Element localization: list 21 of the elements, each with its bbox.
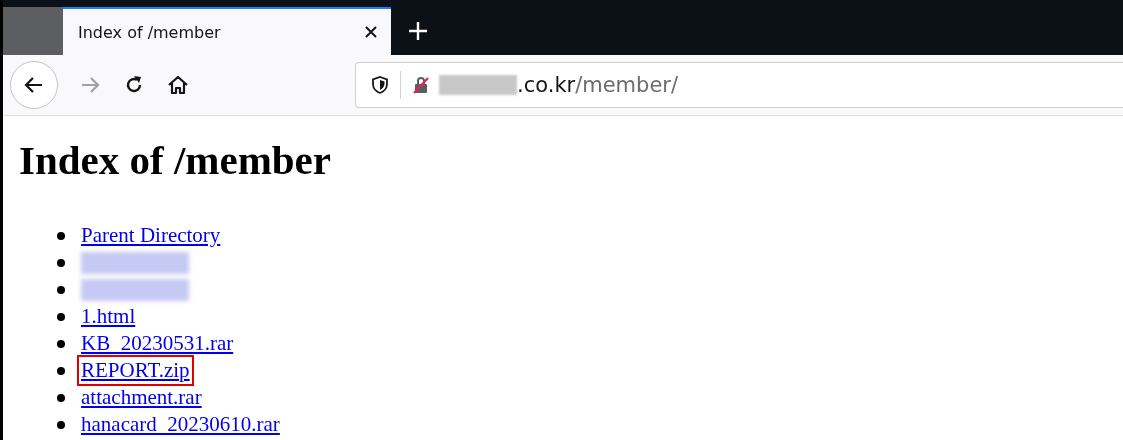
bullet <box>57 393 65 402</box>
back-button[interactable] <box>10 61 58 109</box>
bullet <box>57 366 65 375</box>
browser-tab[interactable]: Index of /member <box>63 7 391 55</box>
bullet <box>57 420 65 429</box>
bullet <box>57 231 65 240</box>
bullet <box>57 339 65 348</box>
close-icon[interactable] <box>363 24 379 40</box>
insecure-lock-icon[interactable] <box>411 75 431 95</box>
file-link[interactable]: REPORT.zip <box>77 355 194 386</box>
url-text: .co.kr/member/ <box>517 73 679 97</box>
tab-strip-edge <box>3 7 63 55</box>
bullet <box>57 312 65 321</box>
page-heading: Index of /member <box>19 136 332 184</box>
home-icon[interactable] <box>166 73 190 97</box>
bullet <box>57 285 65 294</box>
bullet <box>57 258 65 267</box>
address-bar[interactable]: .co.kr/member/ <box>355 62 1123 108</box>
new-tab-icon[interactable] <box>408 21 428 41</box>
file-link[interactable]: Parent Directory <box>77 220 225 251</box>
shield-icon[interactable] <box>370 75 390 95</box>
